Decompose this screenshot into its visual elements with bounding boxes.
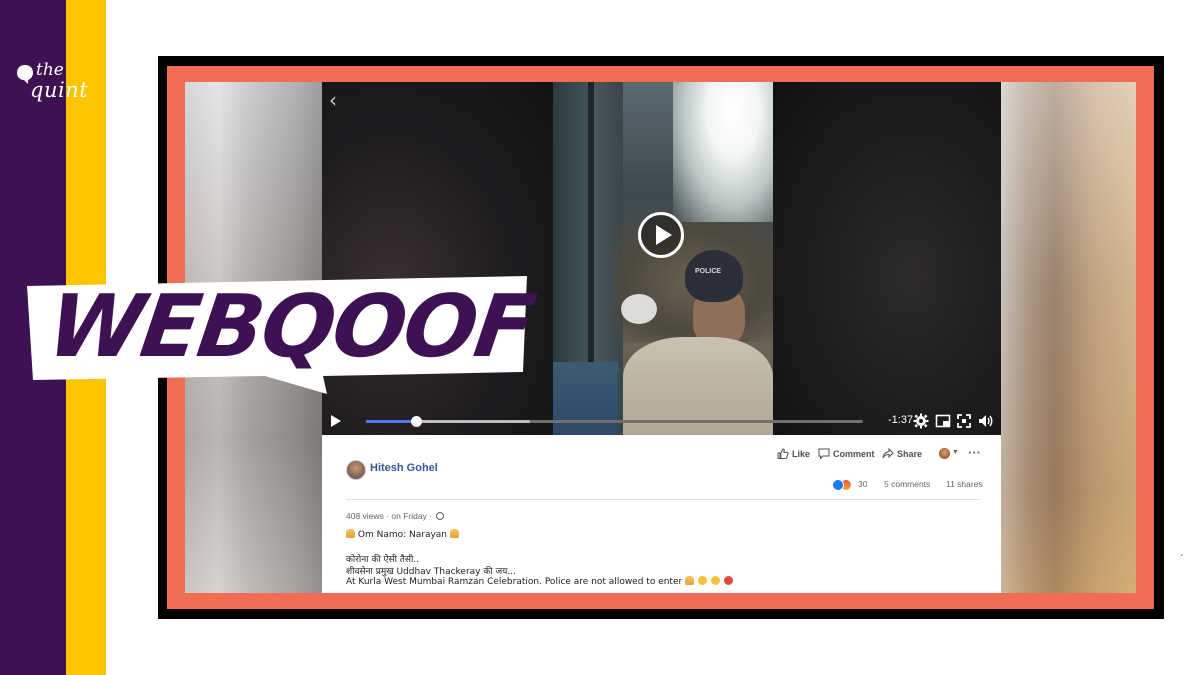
volume-icon[interactable]: [978, 413, 994, 429]
progress-scrubber[interactable]: [410, 416, 422, 427]
like-reaction-icon: [832, 479, 844, 491]
share-label: Share: [897, 448, 923, 459]
video-scene-light: [673, 82, 773, 222]
caret-down-icon: ▼: [952, 449, 959, 456]
folded-hands-emoji-icon: [449, 529, 459, 538]
post-text-line: Om Namo: Narayan: [346, 529, 459, 540]
more-options-icon[interactable]: ···: [968, 445, 981, 460]
viewer-avatar: [939, 448, 950, 459]
meta-separator: ·: [429, 511, 435, 521]
post-text-line: At Kurla West Mumbai Ramzan Celebration.…: [346, 576, 733, 587]
play-icon[interactable]: [330, 414, 342, 428]
folded-hands-emoji-icon: [346, 529, 355, 538]
comment-button[interactable]: Comment: [818, 448, 875, 459]
police-cap-text: POLICE: [695, 268, 722, 275]
video-controls: -1:37: [322, 408, 1001, 435]
angry-face-emoji-icon: [710, 576, 720, 585]
video-scene-cap: [621, 294, 657, 324]
reactions-count: 30: [858, 479, 868, 489]
chevron-left-icon[interactable]: ‹: [329, 90, 337, 110]
play-button[interactable]: [638, 212, 684, 258]
corner-mark: ˊ: [1180, 554, 1184, 565]
share-button[interactable]: Share: [882, 448, 922, 459]
video-scene-police-cap: [685, 250, 743, 302]
the-quint-logo: the quint: [16, 60, 96, 106]
logo-the: the: [36, 60, 64, 80]
webqoof-label: WEBQOOF: [41, 277, 540, 377]
shares-count[interactable]: 11 shares: [946, 479, 983, 489]
like-button[interactable]: Like: [777, 448, 810, 459]
play-icon: [656, 225, 672, 245]
video-frame: POLICE: [553, 82, 773, 435]
like-label: Like: [792, 448, 811, 459]
comment-label: Comment: [833, 448, 875, 459]
logo-quint: quint: [30, 78, 89, 102]
progress-played: [366, 420, 416, 423]
share-icon: [882, 448, 894, 459]
post-meta: 408 views · on Friday ·: [346, 511, 445, 521]
webqoof-badge: WEBQOOF: [27, 276, 539, 394]
angry-face-emoji-icon: [697, 576, 707, 585]
mini-player-icon[interactable]: [935, 413, 951, 429]
facebook-post: Hitesh Gohel Like Comment Share ▼ ··· 30…: [322, 435, 1001, 593]
time-remaining: -1:37: [888, 414, 914, 426]
viewer-avatar-dropdown[interactable]: ▼: [939, 448, 961, 460]
comments-count[interactable]: 5 comments: [884, 479, 930, 489]
video-progress-bar[interactable]: [366, 416, 863, 427]
view-count: 408 views: [346, 511, 384, 521]
comment-icon: [818, 448, 830, 459]
reaction-icons: [832, 479, 856, 491]
video-letterbox-right: [773, 82, 1001, 435]
post-text-4: At Kurla West Mumbai Ramzan Celebration.…: [346, 577, 683, 587]
blurred-background-right: [1001, 82, 1136, 593]
settings-gear-icon[interactable]: [913, 413, 929, 429]
post-text-1: Om Namo: Narayan: [357, 530, 448, 540]
post-author[interactable]: Hitesh Gohel: [370, 462, 438, 474]
thumbs-up-icon: [777, 448, 789, 459]
divider: [346, 499, 980, 500]
fullscreen-icon[interactable]: [956, 413, 972, 429]
globe-icon: [436, 512, 445, 520]
article-hero-image: the quint POLICE ‹ -1:37 Hitesh Gohel Li…: [0, 0, 1200, 675]
pouting-face-emoji-icon: [723, 576, 733, 585]
avatar[interactable]: [346, 460, 366, 480]
pointing-down-emoji-icon: [685, 576, 695, 585]
post-time[interactable]: on Friday: [391, 511, 426, 521]
